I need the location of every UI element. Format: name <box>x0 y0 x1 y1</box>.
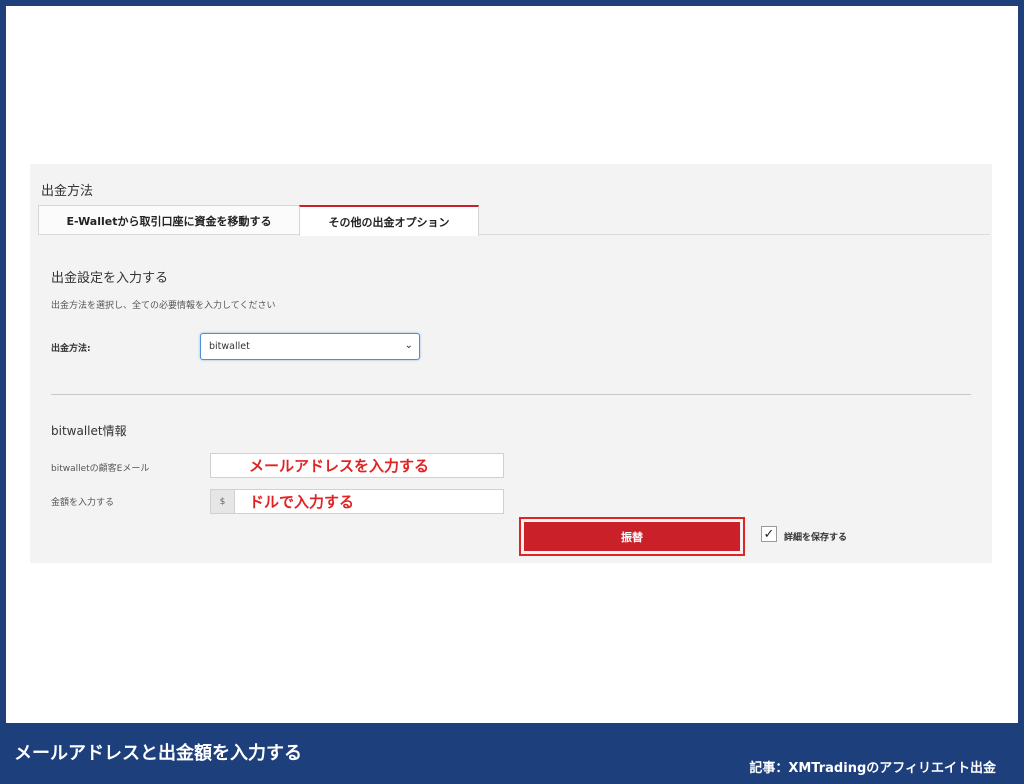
chevron-down-icon: ⌄ <box>404 340 413 351</box>
save-details-checkbox[interactable]: ✓ <box>761 526 777 542</box>
withdrawal-panel: 出金方法 E-Walletから取引口座に資金を移動する その他の出金オプション … <box>30 164 992 563</box>
email-label: bitwalletの顧客Eメール <box>51 464 150 474</box>
amount-annotation: ドルで入力する <box>249 493 355 511</box>
tab-other-withdrawal-options[interactable]: その他の出金オプション <box>299 205 479 236</box>
method-select-value: bitwallet <box>209 341 250 352</box>
transfer-button[interactable]: 振替 <box>524 522 740 551</box>
email-field[interactable]: メールアドレスを入力する <box>210 453 504 478</box>
panel-title: 出金方法 <box>41 184 94 199</box>
method-label: 出金方法: <box>51 344 91 354</box>
email-annotation: メールアドレスを入力する <box>249 457 430 475</box>
save-details-label: 詳細を保存する <box>784 533 848 543</box>
section-divider <box>51 394 971 395</box>
checkmark-icon: ✓ <box>763 526 775 542</box>
section-title: 出金設定を入力する <box>51 271 169 286</box>
footer-source: 記事：XMTradingのアフィリエイト出金 <box>749 761 996 776</box>
section-description: 出金方法を選択し、全ての必要情報を入力してください <box>51 301 276 311</box>
tabs-divider <box>38 234 990 235</box>
tab-ewallet-transfer[interactable]: E-Walletから取引口座に資金を移動する <box>38 205 300 235</box>
amount-label: 金額を入力する <box>51 498 115 508</box>
method-select[interactable]: bitwallet ⌄ <box>200 333 420 360</box>
currency-addon: $ <box>211 490 235 513</box>
amount-field[interactable]: $ ドルで入力する <box>210 489 504 514</box>
submit-highlight: 振替 <box>519 517 745 556</box>
screenshot-frame: 出金方法 E-Walletから取引口座に資金を移動する その他の出金オプション … <box>6 6 1018 723</box>
footer-caption: メールアドレスと出金額を入力する <box>14 743 302 764</box>
bitwallet-info-title: bitwallet情報 <box>51 424 127 438</box>
